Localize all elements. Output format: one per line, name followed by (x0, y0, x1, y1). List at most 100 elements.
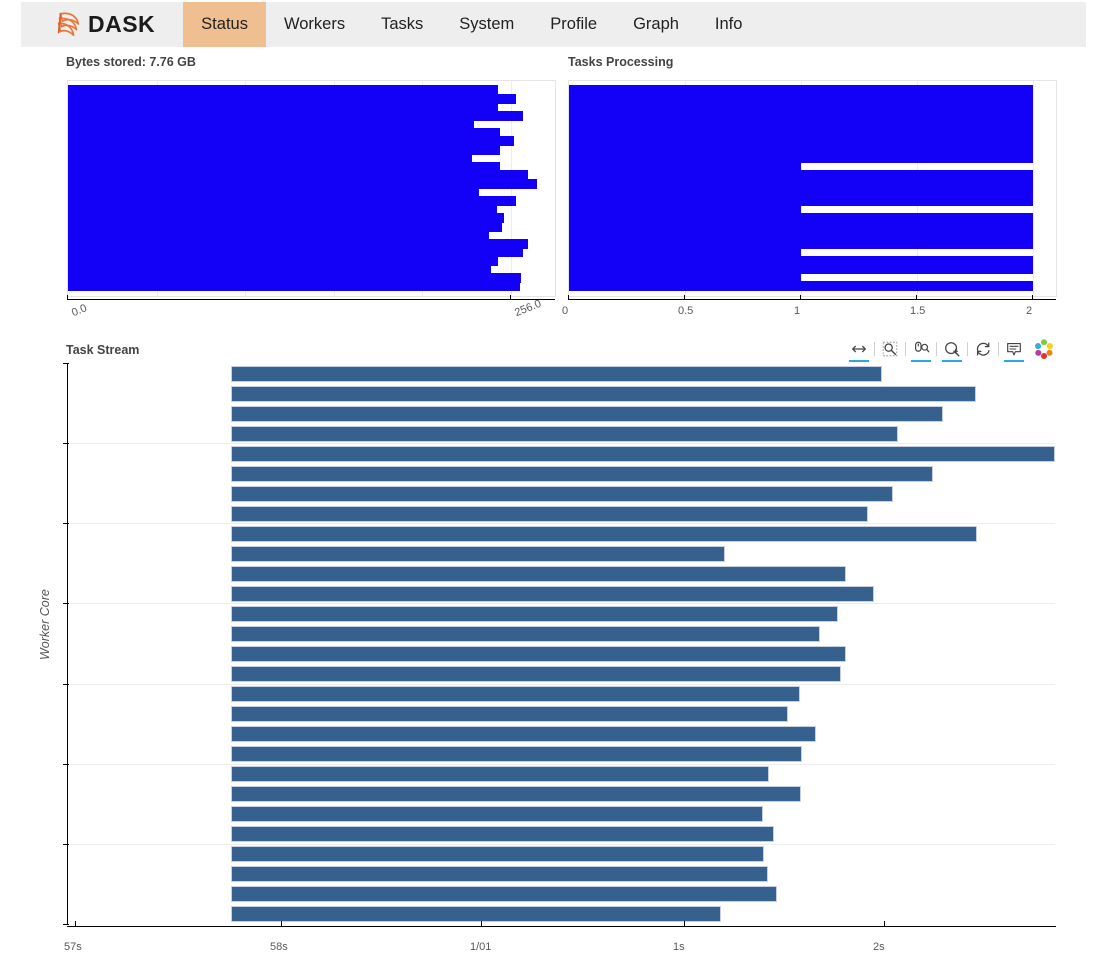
axis-tick-label: 256.0 (513, 297, 544, 320)
axis-tick (63, 363, 69, 364)
task-bar[interactable] (231, 406, 943, 422)
bytes-stored-plot[interactable] (67, 80, 556, 297)
axis-tick-label: 1/01 (470, 941, 492, 953)
gridline (67, 443, 1055, 444)
toolbar-divider (905, 342, 906, 356)
task-bar[interactable] (231, 466, 933, 482)
axis-tick (510, 295, 511, 300)
toolbar-divider (936, 342, 937, 356)
axis-line (67, 926, 1056, 927)
task-bar[interactable] (231, 746, 802, 762)
nav-item-profile[interactable]: Profile (532, 2, 615, 47)
box-zoom-icon[interactable] (877, 336, 903, 362)
nav-item-status[interactable]: Status (183, 2, 266, 47)
axis-line (67, 299, 555, 300)
wheel-zoom-icon[interactable] (908, 336, 934, 362)
axis-tick-label: 0 (562, 305, 569, 317)
gridline (67, 844, 1055, 845)
nav-item-workers[interactable]: Workers (266, 2, 363, 47)
task-bar[interactable] (231, 486, 893, 502)
axis-tick (481, 921, 482, 926)
task-bar[interactable] (231, 646, 846, 662)
axis-tick-label: 0.5 (678, 305, 694, 317)
task-bar[interactable] (231, 786, 801, 802)
axis-tick (63, 443, 69, 444)
nav-item-tasks[interactable]: Tasks (363, 2, 441, 47)
brand: DASK (53, 2, 155, 47)
task-bar[interactable] (231, 846, 764, 862)
task-bar[interactable] (231, 606, 838, 622)
axis-tick-label: 1 (794, 305, 801, 317)
task-bar[interactable] (231, 626, 820, 642)
zoom-in-icon[interactable] (939, 336, 965, 362)
axis-tick (63, 603, 69, 604)
task-bar[interactable] (231, 706, 788, 722)
gridline (67, 764, 1055, 765)
axis-tick (684, 295, 685, 300)
axis-tick (63, 523, 69, 524)
task-bar[interactable] (231, 666, 841, 682)
task-bar[interactable] (231, 566, 846, 582)
nav-item-info[interactable]: Info (697, 2, 761, 47)
task-bar[interactable] (231, 586, 874, 602)
gridline (67, 603, 1055, 604)
task-bar[interactable] (231, 886, 777, 902)
bokeh-toolbar (846, 336, 1055, 362)
task-bar[interactable] (231, 506, 868, 522)
dask-leaf-icon (53, 10, 83, 40)
axis-tick-label: 1.5 (910, 305, 926, 317)
hover-tooltip-icon[interactable] (1001, 336, 1027, 362)
tasks-processing-plot[interactable] (568, 80, 1057, 297)
task-bar[interactable] (231, 766, 769, 782)
axis-tick (684, 921, 685, 926)
top-navbar: DASK Status Workers Tasks System Profile… (21, 2, 1086, 47)
axis-tick-label: 2 (1026, 305, 1033, 317)
task-bar[interactable] (231, 826, 774, 842)
axis-tick-label: 1s (673, 941, 685, 953)
task-stream-title: Task Stream (66, 343, 140, 357)
axis-tick (916, 295, 917, 300)
bytes-stored-title: Bytes stored: 7.76 GB (66, 55, 196, 69)
task-stream-plot[interactable] (67, 363, 1055, 924)
axis-tick (63, 764, 69, 765)
toolbar-divider (874, 342, 875, 356)
brand-name: DASK (88, 11, 156, 37)
task-stream-ylabel: Worker Core (38, 589, 52, 660)
tasks-processing-title: Tasks Processing (568, 55, 674, 69)
reset-icon[interactable] (970, 336, 996, 362)
axis-tick (884, 921, 885, 926)
task-bar[interactable] (231, 546, 725, 562)
task-bar[interactable] (231, 426, 898, 442)
axis-line (568, 299, 1056, 300)
axis-tick (800, 295, 801, 300)
dask-dashboard-page: DASK Status Workers Tasks System Profile… (0, 0, 1107, 961)
task-bar[interactable] (231, 386, 976, 402)
axis-tick-label: 58s (270, 941, 288, 953)
axis-tick-label: 0.0 (70, 302, 89, 320)
pan-icon[interactable] (846, 336, 872, 362)
bokeh-logo-icon[interactable] (1033, 338, 1055, 360)
nav-item-graph[interactable]: Graph (615, 2, 697, 47)
axis-tick (63, 844, 69, 845)
toolbar-divider (998, 342, 999, 356)
nav-item-system[interactable]: System (441, 2, 532, 47)
axis-tick (63, 924, 69, 925)
task-bar[interactable] (231, 366, 882, 382)
axis-tick (1032, 295, 1033, 300)
toolbar-divider (967, 342, 968, 356)
task-bar[interactable] (231, 446, 1055, 462)
task-bar[interactable] (231, 806, 763, 822)
axis-tick (568, 295, 569, 300)
axis-tick-label: 57s (64, 941, 82, 953)
axis-tick (63, 684, 69, 685)
task-bar[interactable] (231, 726, 816, 742)
task-bar[interactable] (231, 686, 800, 702)
axis-tick (67, 295, 68, 300)
axis-tick (75, 921, 76, 926)
task-bar[interactable] (231, 866, 768, 882)
gridline (67, 684, 1055, 685)
axis-tick-label: 2s (873, 941, 885, 953)
task-bar[interactable] (231, 526, 977, 542)
bar (68, 281, 520, 291)
task-bar[interactable] (231, 906, 721, 922)
